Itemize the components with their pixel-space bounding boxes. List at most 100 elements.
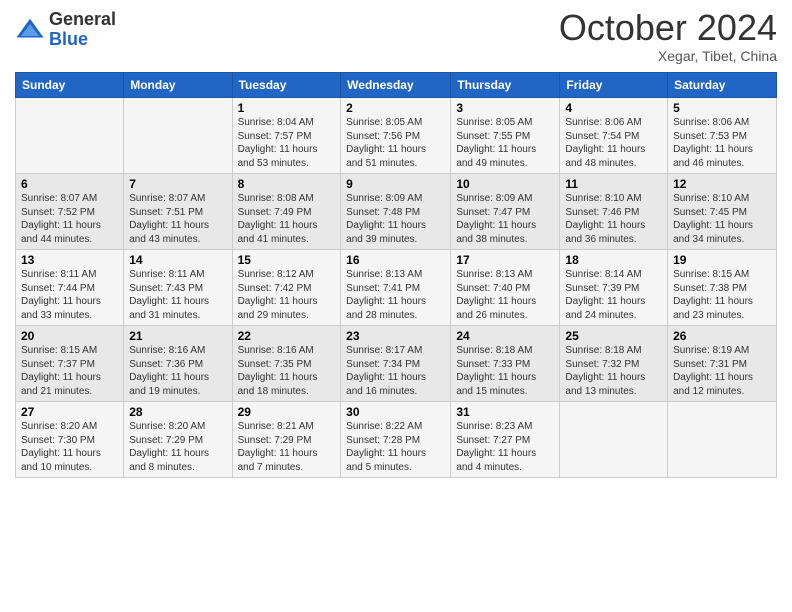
- day-info: Sunrise: 8:10 AM Sunset: 7:45 PM Dayligh…: [673, 192, 771, 246]
- day-info: Sunrise: 8:11 AM Sunset: 7:44 PM Dayligh…: [21, 268, 118, 322]
- day-header-tuesday: Tuesday: [232, 73, 341, 98]
- day-number: 10: [456, 177, 554, 191]
- day-number: 13: [21, 253, 118, 267]
- day-info: Sunrise: 8:15 AM Sunset: 7:38 PM Dayligh…: [673, 268, 771, 322]
- day-number: 21: [129, 329, 226, 343]
- calendar-cell: 28Sunrise: 8:20 AM Sunset: 7:29 PM Dayli…: [124, 402, 232, 478]
- day-info: Sunrise: 8:09 AM Sunset: 7:47 PM Dayligh…: [456, 192, 554, 246]
- calendar-cell: [124, 98, 232, 174]
- day-header-friday: Friday: [560, 73, 668, 98]
- calendar-cell: 3Sunrise: 8:05 AM Sunset: 7:55 PM Daylig…: [451, 98, 560, 174]
- calendar-cell: [668, 402, 777, 478]
- calendar-cell: 14Sunrise: 8:11 AM Sunset: 7:43 PM Dayli…: [124, 250, 232, 326]
- day-info: Sunrise: 8:23 AM Sunset: 7:27 PM Dayligh…: [456, 420, 554, 474]
- day-header-sunday: Sunday: [16, 73, 124, 98]
- calendar-cell: 6Sunrise: 8:07 AM Sunset: 7:52 PM Daylig…: [16, 174, 124, 250]
- calendar-cell: 26Sunrise: 8:19 AM Sunset: 7:31 PM Dayli…: [668, 326, 777, 402]
- day-number: 14: [129, 253, 226, 267]
- day-number: 1: [238, 101, 336, 115]
- day-number: 11: [565, 177, 662, 191]
- calendar-cell: 8Sunrise: 8:08 AM Sunset: 7:49 PM Daylig…: [232, 174, 341, 250]
- day-info: Sunrise: 8:20 AM Sunset: 7:29 PM Dayligh…: [129, 420, 226, 474]
- day-info: Sunrise: 8:18 AM Sunset: 7:32 PM Dayligh…: [565, 344, 662, 398]
- day-number: 3: [456, 101, 554, 115]
- calendar-cell: 21Sunrise: 8:16 AM Sunset: 7:36 PM Dayli…: [124, 326, 232, 402]
- day-number: 23: [346, 329, 445, 343]
- calendar-cell: 10Sunrise: 8:09 AM Sunset: 7:47 PM Dayli…: [451, 174, 560, 250]
- calendar-cell: 5Sunrise: 8:06 AM Sunset: 7:53 PM Daylig…: [668, 98, 777, 174]
- day-info: Sunrise: 8:15 AM Sunset: 7:37 PM Dayligh…: [21, 344, 118, 398]
- day-info: Sunrise: 8:22 AM Sunset: 7:28 PM Dayligh…: [346, 420, 445, 474]
- day-info: Sunrise: 8:05 AM Sunset: 7:56 PM Dayligh…: [346, 116, 445, 170]
- calendar-cell: 18Sunrise: 8:14 AM Sunset: 7:39 PM Dayli…: [560, 250, 668, 326]
- calendar-cell: 19Sunrise: 8:15 AM Sunset: 7:38 PM Dayli…: [668, 250, 777, 326]
- day-info: Sunrise: 8:17 AM Sunset: 7:34 PM Dayligh…: [346, 344, 445, 398]
- calendar-cell: 1Sunrise: 8:04 AM Sunset: 7:57 PM Daylig…: [232, 98, 341, 174]
- day-number: 25: [565, 329, 662, 343]
- calendar-cell: 9Sunrise: 8:09 AM Sunset: 7:48 PM Daylig…: [341, 174, 451, 250]
- day-info: Sunrise: 8:07 AM Sunset: 7:52 PM Dayligh…: [21, 192, 118, 246]
- day-number: 5: [673, 101, 771, 115]
- day-info: Sunrise: 8:06 AM Sunset: 7:53 PM Dayligh…: [673, 116, 771, 170]
- day-number: 12: [673, 177, 771, 191]
- logo-icon: [15, 15, 45, 45]
- month-title: October 2024: [559, 10, 777, 46]
- day-info: Sunrise: 8:05 AM Sunset: 7:55 PM Dayligh…: [456, 116, 554, 170]
- calendar-table: SundayMondayTuesdayWednesdayThursdayFrid…: [15, 72, 777, 478]
- day-number: 4: [565, 101, 662, 115]
- day-number: 16: [346, 253, 445, 267]
- day-info: Sunrise: 8:06 AM Sunset: 7:54 PM Dayligh…: [565, 116, 662, 170]
- calendar-cell: 24Sunrise: 8:18 AM Sunset: 7:33 PM Dayli…: [451, 326, 560, 402]
- calendar-cell: 30Sunrise: 8:22 AM Sunset: 7:28 PM Dayli…: [341, 402, 451, 478]
- calendar-cell: 7Sunrise: 8:07 AM Sunset: 7:51 PM Daylig…: [124, 174, 232, 250]
- calendar-cell: 13Sunrise: 8:11 AM Sunset: 7:44 PM Dayli…: [16, 250, 124, 326]
- day-number: 9: [346, 177, 445, 191]
- calendar-cell: 25Sunrise: 8:18 AM Sunset: 7:32 PM Dayli…: [560, 326, 668, 402]
- day-header-thursday: Thursday: [451, 73, 560, 98]
- day-info: Sunrise: 8:20 AM Sunset: 7:30 PM Dayligh…: [21, 420, 118, 474]
- day-number: 8: [238, 177, 336, 191]
- page-header: General Blue October 2024 Xegar, Tibet, …: [15, 10, 777, 64]
- day-header-saturday: Saturday: [668, 73, 777, 98]
- calendar-cell: 23Sunrise: 8:17 AM Sunset: 7:34 PM Dayli…: [341, 326, 451, 402]
- day-info: Sunrise: 8:16 AM Sunset: 7:35 PM Dayligh…: [238, 344, 336, 398]
- day-info: Sunrise: 8:13 AM Sunset: 7:41 PM Dayligh…: [346, 268, 445, 322]
- day-info: Sunrise: 8:09 AM Sunset: 7:48 PM Dayligh…: [346, 192, 445, 246]
- day-number: 18: [565, 253, 662, 267]
- calendar-cell: 29Sunrise: 8:21 AM Sunset: 7:29 PM Dayli…: [232, 402, 341, 478]
- location-subtitle: Xegar, Tibet, China: [559, 48, 777, 64]
- calendar-cell: 22Sunrise: 8:16 AM Sunset: 7:35 PM Dayli…: [232, 326, 341, 402]
- day-number: 26: [673, 329, 771, 343]
- title-area: October 2024 Xegar, Tibet, China: [559, 10, 777, 64]
- calendar-cell: 4Sunrise: 8:06 AM Sunset: 7:54 PM Daylig…: [560, 98, 668, 174]
- day-info: Sunrise: 8:07 AM Sunset: 7:51 PM Dayligh…: [129, 192, 226, 246]
- day-number: 30: [346, 405, 445, 419]
- day-info: Sunrise: 8:13 AM Sunset: 7:40 PM Dayligh…: [456, 268, 554, 322]
- day-info: Sunrise: 8:12 AM Sunset: 7:42 PM Dayligh…: [238, 268, 336, 322]
- day-number: 19: [673, 253, 771, 267]
- logo-general-text: General: [49, 10, 116, 30]
- calendar-cell: 11Sunrise: 8:10 AM Sunset: 7:46 PM Dayli…: [560, 174, 668, 250]
- calendar-cell: 16Sunrise: 8:13 AM Sunset: 7:41 PM Dayli…: [341, 250, 451, 326]
- calendar-cell: 15Sunrise: 8:12 AM Sunset: 7:42 PM Dayli…: [232, 250, 341, 326]
- logo: General Blue: [15, 10, 116, 50]
- day-number: 7: [129, 177, 226, 191]
- calendar-cell: 2Sunrise: 8:05 AM Sunset: 7:56 PM Daylig…: [341, 98, 451, 174]
- day-header-wednesday: Wednesday: [341, 73, 451, 98]
- day-number: 28: [129, 405, 226, 419]
- day-number: 2: [346, 101, 445, 115]
- day-info: Sunrise: 8:14 AM Sunset: 7:39 PM Dayligh…: [565, 268, 662, 322]
- day-number: 29: [238, 405, 336, 419]
- calendar-cell: 31Sunrise: 8:23 AM Sunset: 7:27 PM Dayli…: [451, 402, 560, 478]
- day-number: 6: [21, 177, 118, 191]
- day-number: 20: [21, 329, 118, 343]
- day-number: 17: [456, 253, 554, 267]
- day-info: Sunrise: 8:16 AM Sunset: 7:36 PM Dayligh…: [129, 344, 226, 398]
- day-number: 22: [238, 329, 336, 343]
- day-number: 27: [21, 405, 118, 419]
- day-info: Sunrise: 8:08 AM Sunset: 7:49 PM Dayligh…: [238, 192, 336, 246]
- calendar-cell: 17Sunrise: 8:13 AM Sunset: 7:40 PM Dayli…: [451, 250, 560, 326]
- calendar-cell: [16, 98, 124, 174]
- day-info: Sunrise: 8:04 AM Sunset: 7:57 PM Dayligh…: [238, 116, 336, 170]
- calendar-cell: 27Sunrise: 8:20 AM Sunset: 7:30 PM Dayli…: [16, 402, 124, 478]
